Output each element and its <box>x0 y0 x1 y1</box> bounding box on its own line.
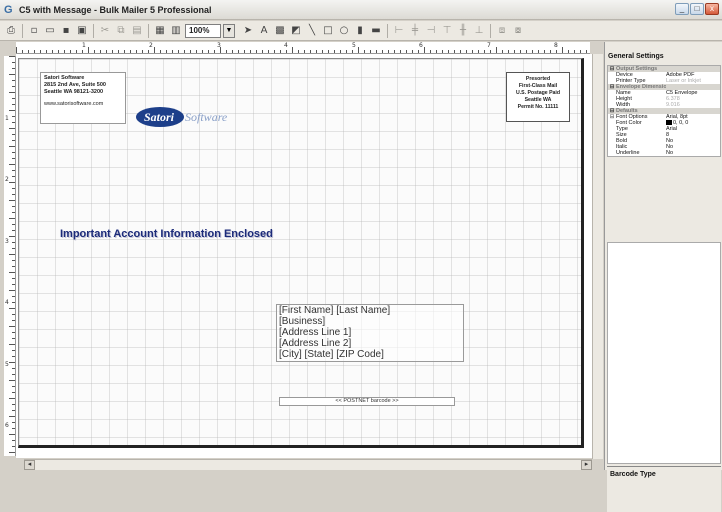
property-value-text: Laser or Inkjet <box>666 78 701 84</box>
horizontal-scrollbar[interactable]: ◂ ▸ <box>24 459 592 470</box>
address-line: [Business] <box>279 316 326 327</box>
image-tool-icon[interactable]: ▩ <box>273 24 287 38</box>
snap-grid-icon[interactable]: ▥ <box>169 24 183 38</box>
return-url: www.satorisoftware.com <box>44 101 104 107</box>
toolbar-separator <box>22 23 23 38</box>
recipient-address-block[interactable]: [First Name] [Last Name] [Business] [Add… <box>276 304 464 362</box>
title-bar: G C5 with Message - Bulk Mailer 5 Profes… <box>0 0 722 20</box>
logo-rest-text: Software <box>185 109 228 124</box>
property-grid[interactable]: ⊟ Output Settings Device Adobe PDF Printer T… <box>607 65 721 157</box>
ruler-number: 3 <box>217 42 221 49</box>
vertical-ruler: 1 2 3 4 5 6 <box>4 56 16 456</box>
cut-icon[interactable]: ✂ <box>98 24 112 38</box>
toolbar-separator <box>387 23 388 38</box>
ellipse-tool-icon[interactable]: ○ <box>337 24 351 38</box>
window-title: C5 with Message - Bulk Mailer 5 Professi… <box>19 4 212 15</box>
print-preview-icon[interactable]: ⎙ <box>4 24 18 38</box>
align-left-icon[interactable]: ⊢ <box>392 24 406 38</box>
align-middle-icon[interactable]: ╫ <box>456 24 470 38</box>
toolbar-separator <box>148 23 149 38</box>
permit-line: Presorted <box>525 76 551 82</box>
group-icon[interactable]: ⧈ <box>495 24 509 38</box>
barcode-type-title: Barcode Type <box>607 466 721 512</box>
horizontal-ruler: 1 2 3 4 5 6 7 8 <box>16 42 590 54</box>
save-icon[interactable]: ▪ <box>59 24 73 38</box>
app-logo-icon[interactable]: G <box>4 4 16 16</box>
chevron-down-icon[interactable]: ▼ <box>223 23 235 38</box>
align-right-icon[interactable]: ⊣ <box>424 24 438 38</box>
company-logo[interactable]: Satori Software <box>136 104 227 130</box>
postnet-barcode-placeholder[interactable]: << POSTNET barcode >> <box>279 397 455 406</box>
open-folder-icon[interactable]: ▭ <box>43 24 57 38</box>
ruler-number: 5 <box>5 361 9 368</box>
color-swatch-icon <box>666 120 672 125</box>
panel-title: General Settings <box>608 53 664 60</box>
return-address-line: 2815 2nd Ave, Suite 500 <box>44 82 106 88</box>
permit-line: U.S. Postage Paid <box>515 90 561 96</box>
ruler-number: 4 <box>284 42 288 49</box>
ruler-number: 2 <box>149 42 153 49</box>
properties-panel: General Settings ⊟ Output Settings Device A… <box>604 42 722 512</box>
ruler-number: 1 <box>5 115 9 122</box>
barcode-tool-icon[interactable]: ▮ <box>353 24 367 38</box>
ruler-number: 5 <box>352 42 356 49</box>
panel-empty-area <box>607 242 721 464</box>
maximize-button[interactable]: □ <box>690 3 704 15</box>
permit-line: First-Class Mail <box>518 83 558 89</box>
permit-line: Permit No. 11111 <box>517 104 559 110</box>
rectangle-tool-icon[interactable]: □ <box>321 24 335 38</box>
ruler-number: 3 <box>5 238 9 245</box>
ruler-number: 2 <box>5 176 9 183</box>
ruler-number: 6 <box>5 422 9 429</box>
paste-icon[interactable]: ▤ <box>130 24 144 38</box>
grid-icon[interactable]: ▦ <box>153 24 167 38</box>
text-tool-icon[interactable]: A <box>257 24 271 38</box>
return-address-line: Seattle WA 98121-3200 <box>44 89 104 95</box>
pointer-tool-icon[interactable]: ➤ <box>241 24 255 38</box>
property-value-text: No <box>666 150 674 156</box>
address-line: [First Name] [Last Name] <box>279 305 391 316</box>
scroll-right-icon[interactable]: ▸ <box>581 460 592 470</box>
message-headline[interactable]: Important Account Information Enclosed <box>60 228 273 240</box>
toolbar-separator <box>490 23 491 38</box>
ungroup-icon[interactable]: ⧇ <box>511 24 525 38</box>
return-address-block[interactable]: Satori Software 2815 2nd Ave, Suite 500 … <box>40 72 126 124</box>
save-copy-icon[interactable]: ▣ <box>75 24 89 38</box>
block-tool-icon[interactable]: ▬ <box>369 24 383 38</box>
copy-icon[interactable]: ⧉ <box>114 24 128 38</box>
property-value[interactable]: 9.016 <box>666 102 720 108</box>
property-value[interactable]: No <box>666 150 720 156</box>
address-line: [City] [State] [ZIP Code] <box>279 349 384 360</box>
ruler-number: 8 <box>554 42 558 49</box>
vertical-scrollbar[interactable] <box>592 54 603 459</box>
toolbar: ⎙ ▫ ▭ ▪ ▣ ✂ ⧉ ▤ ▦ ▥ 100% ▼ ➤ A ▩ ◩ ╲ □ ○… <box>0 21 722 41</box>
ruler-number: 7 <box>487 42 491 49</box>
return-address-line: Satori Software <box>44 75 85 81</box>
align-center-icon[interactable]: ╪ <box>408 24 422 38</box>
window-controls: _ □ x <box>675 3 719 15</box>
property-key: Underline <box>616 150 640 156</box>
property-value[interactable]: Laser or Inkjet <box>666 78 720 84</box>
expand-toggle-icon <box>608 150 616 156</box>
logo-tool-icon[interactable]: ◩ <box>289 24 303 38</box>
new-file-icon[interactable]: ▫ <box>27 24 41 38</box>
logo-main-text: Satori <box>136 107 185 127</box>
align-top-icon[interactable]: ⊤ <box>440 24 454 38</box>
toolbar-separator <box>93 23 94 38</box>
address-line: [Address Line 2] <box>279 338 352 349</box>
ruler-number: 1 <box>82 42 86 49</box>
align-bottom-icon[interactable]: ⊥ <box>472 24 486 38</box>
address-line: [Address Line 1] <box>279 327 352 338</box>
ruler-number: 4 <box>5 299 9 306</box>
scroll-left-icon[interactable]: ◂ <box>24 460 35 470</box>
property-row[interactable]: Underline No <box>608 150 720 156</box>
close-button[interactable]: x <box>705 3 719 15</box>
minimize-button[interactable]: _ <box>675 3 689 15</box>
ruler-number: 6 <box>419 42 423 49</box>
permit-line: Seattle WA <box>524 97 552 103</box>
property-value-text: 9.016 <box>666 102 680 108</box>
line-tool-icon[interactable]: ╲ <box>305 24 319 38</box>
postage-permit-indicia[interactable]: Presorted First-Class Mail U.S. Postage … <box>506 72 570 122</box>
zoom-select[interactable]: 100% <box>185 23 221 38</box>
